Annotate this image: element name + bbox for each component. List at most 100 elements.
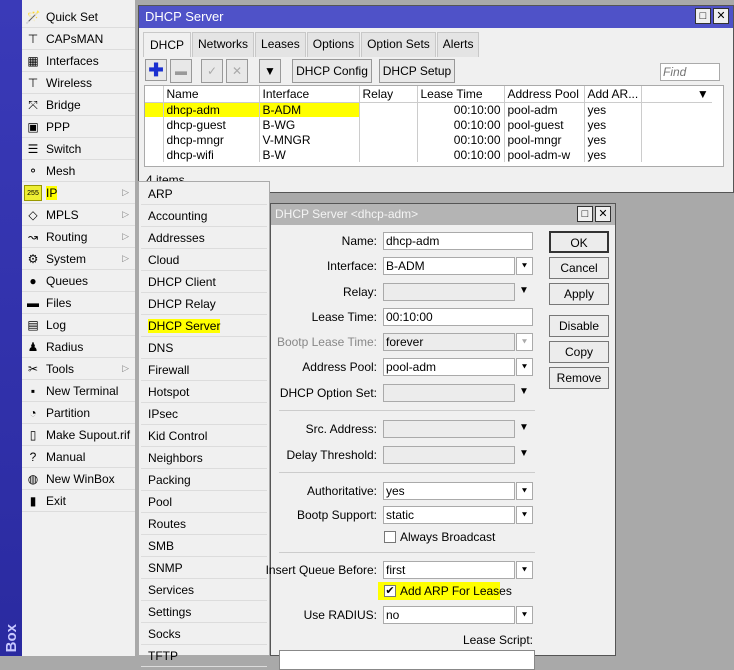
dialog-titlebar[interactable]: DHCP Server <dhcp-adm> □ ✕ xyxy=(271,204,615,225)
ip-menu-item-hotspot[interactable]: Hotspot xyxy=(141,381,267,403)
menu-item-make-supout-rif[interactable]: ▯ Make Supout.rif xyxy=(22,424,135,446)
src-address-field[interactable] xyxy=(383,420,515,438)
column-header[interactable]: Name xyxy=(163,86,260,103)
close-button[interactable]: ✕ xyxy=(713,8,729,24)
column-menu-button[interactable]: ▼ xyxy=(641,86,712,103)
ip-menu-item-settings[interactable]: Settings xyxy=(141,601,267,623)
ip-menu-item-addresses[interactable]: Addresses xyxy=(141,227,267,249)
menu-item-ppp[interactable]: ▣ PPP xyxy=(22,116,135,138)
menu-item-quick-set[interactable]: 🪄 Quick Set xyxy=(22,6,135,28)
ip-menu-item-arp[interactable]: ARP xyxy=(141,183,267,205)
relay-field[interactable] xyxy=(383,283,515,301)
menu-item-manual[interactable]: ? Manual xyxy=(22,446,135,468)
bootp-lease-time-field[interactable]: forever xyxy=(383,333,515,351)
ok-button[interactable]: OK xyxy=(549,231,609,253)
insert-queue-field[interactable]: first xyxy=(383,561,515,579)
ip-menu-item-smb[interactable]: SMB xyxy=(141,535,267,557)
add-button[interactable]: ✚ xyxy=(145,59,167,81)
dropdown-button[interactable]: ⯆ xyxy=(516,506,533,524)
lease-script-textarea[interactable] xyxy=(279,650,535,670)
menu-item-files[interactable]: ▬ Files xyxy=(22,292,135,314)
menu-item-system[interactable]: ⚙ System ▷ xyxy=(22,248,135,270)
menu-item-routing[interactable]: ↝ Routing ▷ xyxy=(22,226,135,248)
lease-time-field[interactable]: 00:10:00 xyxy=(383,308,533,326)
dropdown-button[interactable]: ⯆ xyxy=(516,482,533,500)
menu-item-ip[interactable]: 255 IP ▷ xyxy=(22,182,135,204)
ip-menu-item-dhcp-client[interactable]: DHCP Client xyxy=(141,271,267,293)
tab-alerts[interactable]: Alerts xyxy=(436,32,480,57)
menu-item-log[interactable]: ▤ Log xyxy=(22,314,135,336)
menu-item-new-winbox[interactable]: ◍ New WinBox xyxy=(22,468,135,490)
ip-menu-item-kid-control[interactable]: Kid Control xyxy=(141,425,267,447)
menu-item-tools[interactable]: ✂ Tools ▷ xyxy=(22,358,135,380)
maximize-button[interactable]: □ xyxy=(577,206,593,222)
menu-item-wireless[interactable]: ⊤ Wireless xyxy=(22,72,135,94)
ip-menu-item-neighbors[interactable]: Neighbors xyxy=(141,447,267,469)
dropdown-button[interactable]: ⯆ xyxy=(516,606,533,624)
tab-option-sets[interactable]: Option Sets xyxy=(361,32,436,57)
column-header[interactable]: Address Pool xyxy=(504,86,585,103)
menu-item-partition[interactable]: ◔ Partition xyxy=(22,402,135,424)
table-row[interactable]: dhcp-guest B-WG 00:10:00 pool-guest yes xyxy=(145,117,712,132)
menu-item-mpls[interactable]: ◇ MPLS ▷ xyxy=(22,204,135,226)
filter-button[interactable]: ▼ xyxy=(259,59,281,83)
copy-button[interactable]: Copy xyxy=(549,341,609,363)
disable-button[interactable]: ✕ xyxy=(226,59,248,83)
ip-menu-item-dns[interactable]: DNS xyxy=(141,337,267,359)
table-row[interactable]: dhcp-mngr V-MNGR 00:10:00 pool-mngr yes xyxy=(145,132,712,147)
close-button[interactable]: ✕ xyxy=(595,206,611,222)
ip-menu-item-firewall[interactable]: Firewall xyxy=(141,359,267,381)
menu-item-bridge[interactable]: ⤧ Bridge xyxy=(22,94,135,116)
authoritative-field[interactable]: yes xyxy=(383,482,515,500)
table-row[interactable]: dhcp-wifi B-W 00:10:00 pool-adm-w yes xyxy=(145,147,712,162)
menu-item-interfaces[interactable]: ▦ Interfaces xyxy=(22,50,135,72)
expand-arrow-icon[interactable]: ▼ xyxy=(519,285,529,296)
ip-menu-item-routes[interactable]: Routes xyxy=(141,513,267,535)
table-row[interactable]: dhcp-adm B-ADM 00:10:00 pool-adm yes xyxy=(145,102,712,117)
option-set-field[interactable] xyxy=(383,384,515,402)
ip-menu-item-ipsec[interactable]: IPsec xyxy=(141,403,267,425)
interface-field[interactable]: B-ADM xyxy=(383,257,515,275)
ip-menu-item-pool[interactable]: Pool xyxy=(141,491,267,513)
ip-menu-item-accounting[interactable]: Accounting xyxy=(141,205,267,227)
dhcp-setup-button[interactable]: DHCP Setup xyxy=(379,59,455,83)
tab-networks[interactable]: Networks xyxy=(192,32,255,57)
cancel-button[interactable]: Cancel xyxy=(549,257,609,279)
menu-item-exit[interactable]: ▮ Exit xyxy=(22,490,135,512)
apply-button[interactable]: Apply xyxy=(549,283,609,305)
use-radius-field[interactable]: no xyxy=(383,606,515,624)
column-header[interactable]: Relay xyxy=(359,86,418,103)
maximize-button[interactable]: □ xyxy=(695,8,711,24)
find-input[interactable] xyxy=(660,63,720,81)
ip-menu-item-tftp[interactable]: TFTP xyxy=(141,645,267,667)
tab-options[interactable]: Options xyxy=(306,32,361,57)
tab-leases[interactable]: Leases xyxy=(255,32,306,57)
name-field[interactable]: dhcp-adm xyxy=(383,232,533,250)
ip-menu-item-dhcp-server[interactable]: DHCP Server xyxy=(141,315,267,337)
column-header[interactable]: Add AR... xyxy=(584,86,643,103)
dhcp-config-button[interactable]: DHCP Config xyxy=(292,59,372,83)
remove-button[interactable]: ▬ xyxy=(170,59,192,83)
expand-arrow-icon[interactable]: ▼ xyxy=(519,422,529,433)
menu-item-mesh[interactable]: ⚬ Mesh xyxy=(22,160,135,182)
dropdown-button[interactable]: ⯆ xyxy=(516,561,533,579)
column-header[interactable]: Lease Time xyxy=(417,86,505,103)
remove-button[interactable]: Remove xyxy=(549,367,609,389)
disable-button[interactable]: Disable xyxy=(549,315,609,337)
add-arp-checkbox[interactable]: ✔ xyxy=(384,585,396,597)
tab-dhcp[interactable]: DHCP xyxy=(143,32,192,57)
dropdown-button[interactable]: ⯆ xyxy=(516,257,533,275)
menu-item-capsman[interactable]: ⊤ CAPsMAN xyxy=(22,28,135,50)
dropdown-button[interactable]: ⯆ xyxy=(516,333,533,351)
ip-menu-item-packing[interactable]: Packing xyxy=(141,469,267,491)
menu-item-new-terminal[interactable]: ▪ New Terminal xyxy=(22,380,135,402)
ip-menu-item-services[interactable]: Services xyxy=(141,579,267,601)
delay-threshold-field[interactable] xyxy=(383,446,515,464)
enable-button[interactable]: ✓ xyxy=(201,59,223,83)
window-titlebar[interactable]: DHCP Server □ ✕ xyxy=(139,6,733,28)
menu-item-switch[interactable]: ☰ Switch xyxy=(22,138,135,160)
menu-item-radius[interactable]: ♟ Radius xyxy=(22,336,135,358)
column-header[interactable]: Interface xyxy=(259,86,360,103)
expand-arrow-icon[interactable]: ▼ xyxy=(519,386,529,397)
ip-menu-item-cloud[interactable]: Cloud xyxy=(141,249,267,271)
